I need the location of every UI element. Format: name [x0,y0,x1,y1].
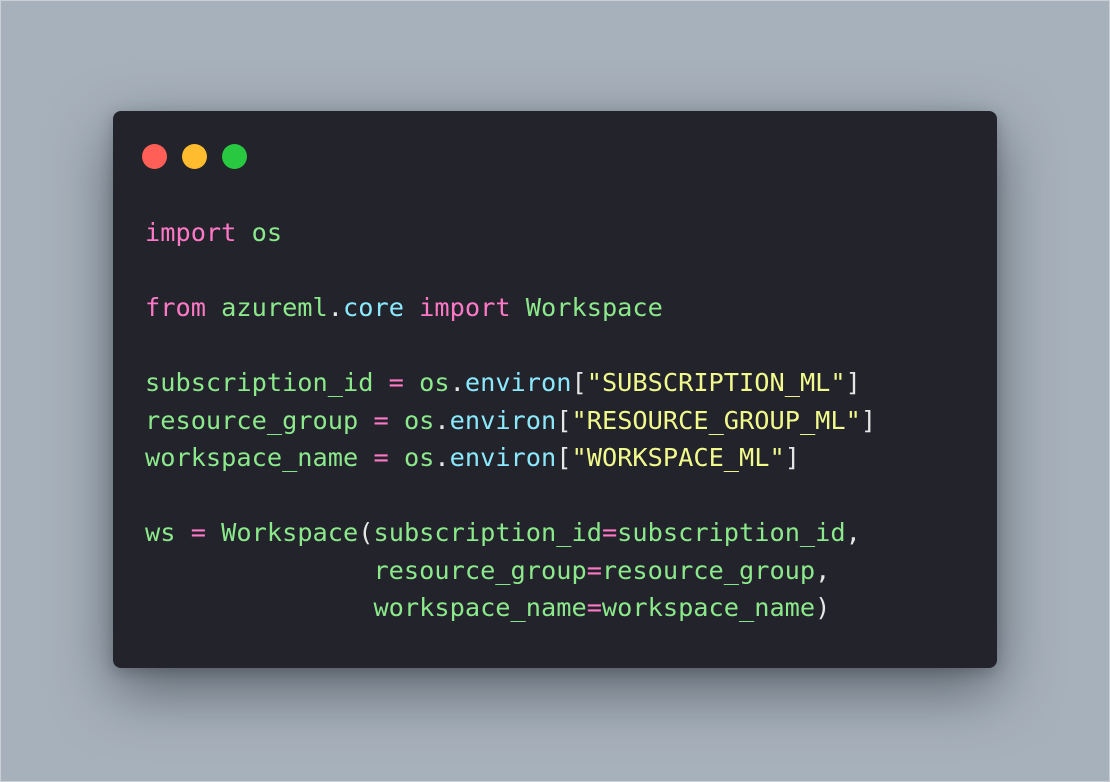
value-workspace-name: workspace_name [601,593,816,622]
code-line-9: ws = Workspace(subscription_id=subscript… [145,514,876,552]
value-subscription-id: subscription_id [617,518,846,547]
code-line-11: workspace_name=workspace_name) [145,589,876,627]
string-literal: "RESOURCE_GROUP_ML" [571,405,861,435]
object-os: os [419,368,450,397]
kwarg-assign: = [586,593,602,622]
string-literal: "WORKSPACE_ML" [571,443,785,472]
minimize-dot [182,144,207,169]
code-line-5: subscription_id = os.environ["SUBSCRIPTI… [145,364,876,402]
comma: , [815,555,831,585]
code-line-6: resource_group = os.environ["RESOURCE_GR… [145,402,876,440]
variable-resource-group: resource_group [145,405,359,435]
package-azureml: azureml [221,293,328,322]
variable-ws: ws [145,518,176,547]
comma: , [845,518,861,547]
class-workspace-call: Workspace [221,518,359,547]
maximize-dot [222,144,247,169]
keyword-import: import [419,293,511,322]
code-window: import os from azureml.core import Worksp… [113,111,997,668]
left-paren: ( [358,518,374,547]
submodule-core: core [343,293,404,322]
class-workspace: Workspace [525,293,663,322]
kwarg-assign: = [601,518,618,547]
attribute-environ: environ [464,368,572,397]
right-bracket: ] [845,368,861,397]
code-line-10: resource_group=resource_group, [145,552,876,590]
string-literal: "SUBSCRIPTION_ML" [586,368,846,397]
attribute-environ: environ [449,443,557,472]
attribute-environ: environ [449,405,557,435]
variable-subscription-id: subscription_id [145,368,374,397]
kwarg-assign: = [586,555,602,585]
kwarg-resource-group: resource_group [373,555,587,585]
assign-operator: = [175,518,222,547]
object-os: os [403,405,435,435]
left-bracket: [ [571,368,587,397]
assign-operator: = [373,368,420,397]
left-bracket: [ [556,405,572,435]
code-block: import os from azureml.core import Worksp… [145,214,876,627]
dot-operator: . [327,293,344,322]
keyword-from: from [145,293,206,322]
kwarg-subscription-id: subscription_id [373,518,602,547]
right-bracket: ] [784,443,800,472]
assign-operator: = [358,443,404,472]
dot-operator: . [434,443,450,472]
code-line-3: from azureml.core import Workspace [145,289,876,327]
keyword-import: import [145,218,237,247]
left-bracket: [ [556,443,572,472]
dot-operator: . [449,368,465,397]
variable-workspace-name: workspace_name [145,443,359,472]
right-bracket: ] [860,405,877,435]
module-os: os [251,218,283,247]
dot-operator: . [434,405,450,435]
value-resource-group: resource_group [601,555,816,585]
code-line-7: workspace_name = os.environ["WORKSPACE_M… [145,439,876,477]
right-paren: ) [815,593,831,622]
assign-operator: = [358,405,404,435]
kwarg-workspace-name: workspace_name [373,593,587,622]
object-os: os [403,443,435,472]
code-line-1: import os [145,214,876,252]
close-dot [142,144,167,169]
